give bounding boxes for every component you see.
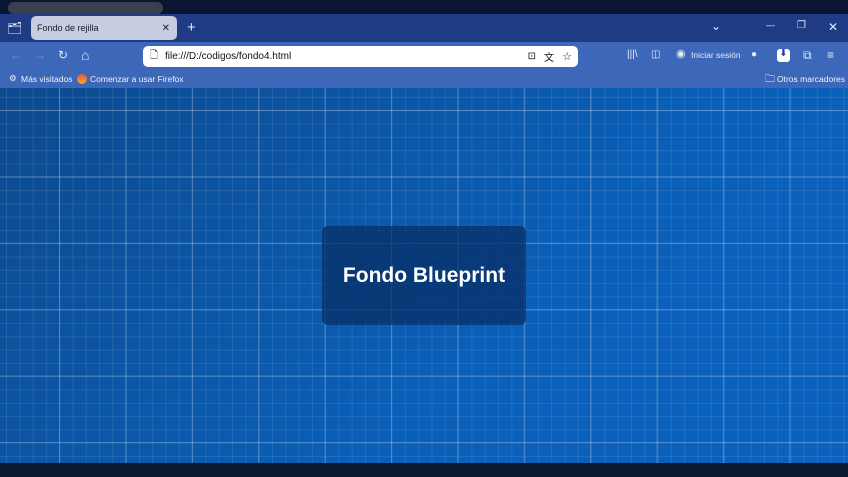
folder-icon: 🗀 (765, 74, 775, 85)
os-top-bar (0, 0, 848, 14)
menu-icon[interactable]: ≡ (827, 49, 834, 61)
tab-active[interactable]: Fondo de rejilla ✕ (31, 16, 177, 40)
navigation-bar: ← → ↻ ⌂ 🗋 file:///D:/codigos/fondo4.html… (0, 42, 848, 70)
tab-title: Fondo de rejilla (37, 23, 99, 33)
restore-button[interactable]: ❐ (797, 21, 806, 31)
extensions-icon[interactable]: ⧉ (803, 49, 812, 61)
window-ghost (8, 2, 163, 14)
gear-icon: ⚙ (9, 73, 17, 83)
tab-overview-icon[interactable]: 🗂 (7, 22, 22, 34)
page-icon: 🗋 (150, 50, 159, 61)
url-bar[interactable]: 🗋 file:///D:/codigos/fondo4.html ⊡ 文 ☆ (143, 46, 578, 67)
blueprint-background: Fondo Blueprint (0, 88, 848, 463)
account-icon[interactable]: ◉ (676, 49, 686, 60)
tab-close-icon[interactable]: ✕ (162, 23, 170, 34)
forward-button[interactable]: → (34, 49, 46, 61)
firefox-icon (77, 74, 87, 84)
bookmark-star-icon[interactable]: ☆ (562, 50, 572, 63)
bookmarks-bar: ⚙ Más visitados Comenzar a usar Firefox … (0, 70, 848, 88)
back-button[interactable]: ← (10, 49, 22, 61)
minimize-button[interactable]: — (766, 21, 775, 30)
url-text: file:///D:/codigos/fondo4.html (165, 51, 292, 62)
bookmark-getting-started[interactable]: Comenzar a usar Firefox (90, 74, 184, 84)
close-window-button[interactable]: ✕ (828, 21, 838, 33)
home-button[interactable]: ⌂ (81, 48, 89, 62)
new-tab-button[interactable]: + (187, 20, 196, 35)
page-title: Fondo Blueprint (342, 263, 506, 287)
taskbar (0, 463, 848, 477)
reload-button[interactable]: ↻ (58, 49, 68, 61)
bookmark-most-visited[interactable]: Más visitados (21, 74, 73, 84)
extension-icon[interactable]: ● (751, 50, 757, 60)
reader-icon[interactable]: ⊡ (528, 51, 536, 62)
signin-button[interactable]: Iniciar sesión (691, 51, 741, 60)
library-icon[interactable]: |||\ (627, 50, 638, 60)
translate-icon[interactable]: 文 (544, 49, 554, 64)
title-card: Fondo Blueprint (322, 226, 526, 325)
list-tabs-button[interactable]: ⌄ (711, 20, 721, 32)
bookmark-other[interactable]: Otros marcadores (777, 74, 845, 84)
tab-bar: 🗂 Fondo de rejilla ✕ + ⌄ — ❐ ✕ (0, 14, 848, 42)
sidebar-icon[interactable]: ◫ (651, 50, 660, 60)
download-icon[interactable]: ⬇ (777, 49, 790, 62)
